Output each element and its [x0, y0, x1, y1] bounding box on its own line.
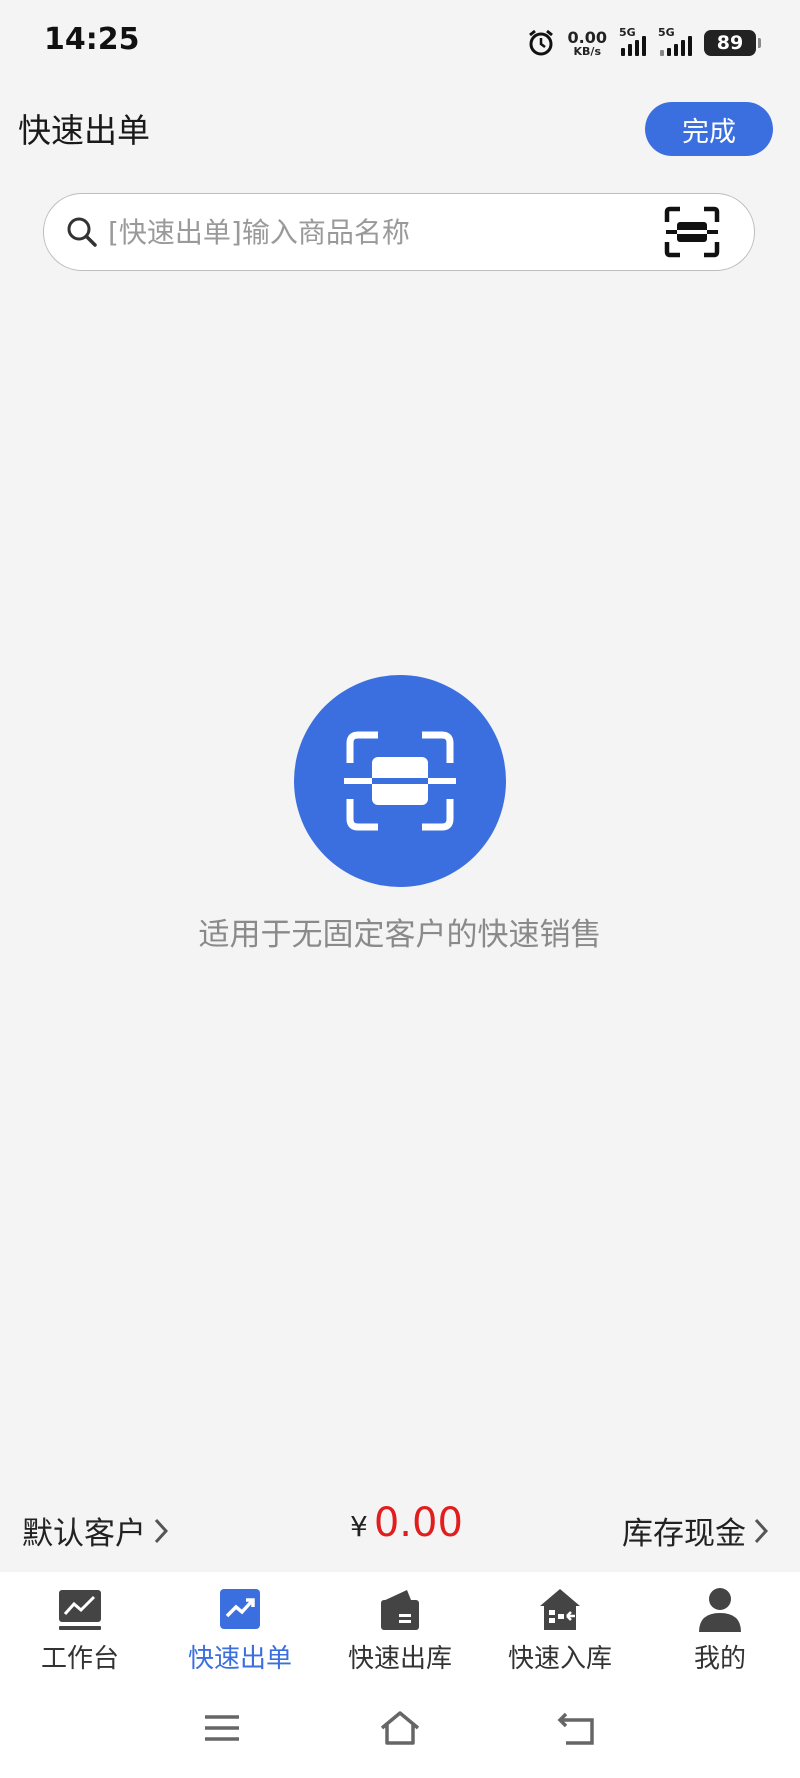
status-indicators: 0.00 KB/s 5G 5G 89 — [526, 26, 761, 60]
status-time: 14:25 — [44, 22, 140, 57]
page-title: 快速出单 — [18, 111, 150, 150]
nav-label: 快速出库 — [347, 1644, 452, 1674]
bottom-nav: 工作台 快速出单 快速出库 快速入库 我的 — [0, 1572, 800, 1682]
alarm-icon — [528, 29, 553, 56]
customer-label: 默认客户 — [22, 1516, 146, 1552]
signal-label: 5G — [619, 26, 636, 39]
nav-item-mine[interactable]: 我的 — [640, 1572, 800, 1682]
inbound-icon — [540, 1589, 580, 1630]
nav-item-workbench[interactable]: 工作台 — [0, 1572, 160, 1682]
customer-selector[interactable]: 默认客户 — [22, 1508, 170, 1553]
payment-account-selector[interactable]: 库存现金 — [622, 1508, 770, 1553]
nav-label: 快速出单 — [187, 1644, 292, 1674]
search-input[interactable] — [106, 206, 670, 258]
empty-state: 适用于无固定客户的快速销售 — [0, 675, 800, 954]
summary-bar: 默认客户 ¥ 0.00 库存现金 — [0, 1500, 800, 1560]
battery-icon: 89 — [704, 30, 761, 56]
system-nav-bar — [0, 1682, 800, 1778]
nav-label: 工作台 — [40, 1644, 119, 1674]
scan-button[interactable] — [294, 675, 506, 887]
status-bar: 14:25 0.00 KB/s 5G 5G 89 — [0, 0, 800, 86]
network-speed-value: 0.00 — [567, 27, 607, 47]
signal-icon: 5G — [619, 26, 646, 56]
nav-item-quick-order[interactable]: 快速出单 — [160, 1572, 320, 1682]
menu-icon[interactable] — [200, 1708, 244, 1748]
nav-label: 我的 — [693, 1644, 746, 1674]
trend-icon — [220, 1589, 260, 1629]
payment-account-label: 库存现金 — [622, 1516, 746, 1552]
nav-label: 快速入库 — [507, 1644, 612, 1674]
chevron-right-icon — [154, 1518, 169, 1543]
network-speed: 0.00 KB/s — [567, 27, 607, 58]
back-icon[interactable] — [556, 1708, 600, 1748]
scan-icon[interactable] — [664, 206, 720, 258]
scan-icon — [344, 731, 456, 831]
total-amount: 0.00 — [373, 1500, 463, 1546]
dashboard-icon — [59, 1590, 101, 1630]
network-speed-unit: KB/s — [573, 44, 601, 58]
home-icon[interactable] — [378, 1708, 422, 1748]
empty-state-text: 适用于无固定客户的快速销售 — [198, 917, 602, 953]
chevron-right-icon — [754, 1518, 769, 1543]
signal-label: 5G — [658, 26, 675, 39]
order-total: ¥ 0.00 — [350, 1500, 463, 1546]
page-header: 快速出单 完成 — [0, 86, 800, 176]
search-bar[interactable] — [43, 193, 755, 271]
signal-icon: 5G — [658, 26, 692, 56]
search-icon — [67, 217, 97, 247]
done-button[interactable]: 完成 — [645, 102, 773, 156]
user-icon — [699, 1588, 741, 1632]
currency-symbol: ¥ — [350, 1510, 368, 1543]
nav-item-quick-inbound[interactable]: 快速入库 — [480, 1572, 640, 1682]
outbound-icon — [381, 1590, 419, 1630]
nav-item-quick-outbound[interactable]: 快速出库 — [320, 1572, 480, 1682]
